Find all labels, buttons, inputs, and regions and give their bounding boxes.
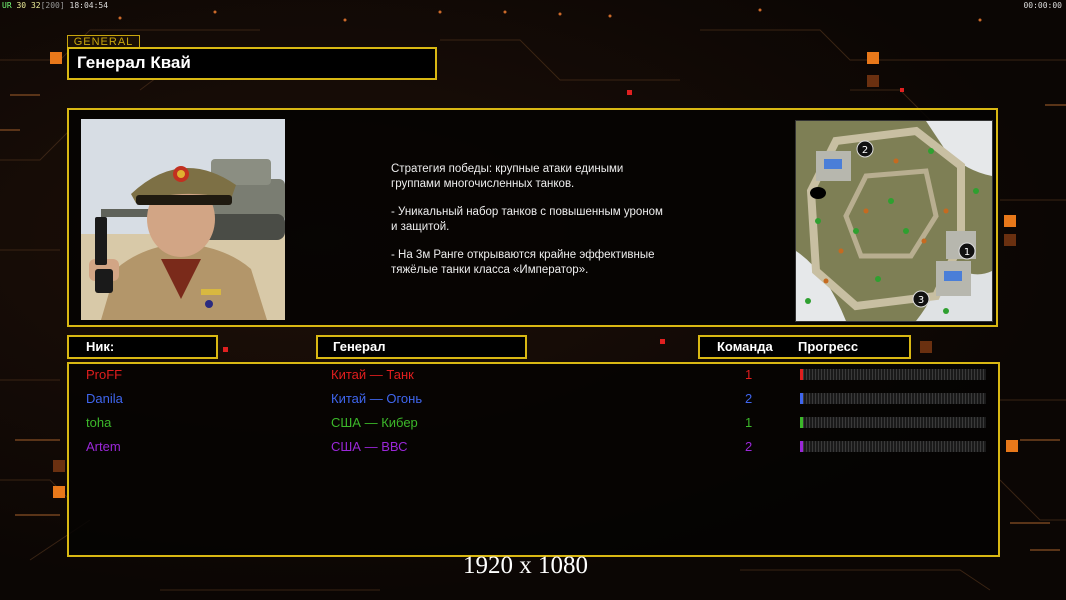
player-row: Danila Китай — Огонь 2 [69,388,998,412]
player-progress-fill [800,417,803,428]
player-progress-bar [800,417,986,428]
hud-timer: 00:00:00 [1023,1,1062,10]
header-progress: Прогресс [798,339,859,354]
player-nick: Danila [86,391,123,406]
player-general: Китай — Огонь [331,391,423,406]
player-progress-fill [800,441,803,452]
start-marker-3: 3 [912,290,930,308]
player-progress-bar [800,393,986,404]
svg-text:1: 1 [964,247,970,258]
player-general: США — Кибер [331,415,418,430]
start-marker-1: 1 [958,242,976,260]
player-general: Китай — Танк [331,367,414,382]
header-team: Команда [717,339,773,354]
hud-fps-readout: UR 30 32[200] 18:04:54 [2,1,109,10]
general-description: Стратегия победы: крупные атаки едиными … [391,162,711,291]
player-nick: Artem [86,439,121,454]
player-progress-bar [800,441,986,452]
player-row: Artem США — ВВС 2 [69,436,998,460]
player-row: ProFF Китай — Танк 1 [69,364,998,388]
player-team: 1 [745,415,753,430]
svg-text:2: 2 [862,145,868,156]
general-portrait [81,119,285,320]
start-marker-2: 2 [856,140,874,158]
general-name: Генерал Квай [77,53,191,72]
player-nick: toha [86,415,112,430]
general-portrait-image [81,119,285,320]
svg-text:3: 3 [918,295,924,306]
general-title-box: Генерал Квай [67,47,437,80]
general-info-panel: Стратегия победы: крупные атаки едиными … [67,108,998,327]
player-nick: ProFF [86,367,123,382]
players-panel: ProFF Китай — Танк 1 Danila Китай — Огон… [67,362,1000,557]
player-team: 1 [745,367,753,382]
header-nick: Ник: [67,335,218,359]
header-general: Генерал [316,335,527,359]
player-general: США — ВВС [331,439,408,454]
minimap-image: 1 2 3 [796,121,992,321]
header-team-progress: Команда Прогресс [698,335,911,359]
player-progress-fill [800,369,803,380]
player-progress-bar [800,369,986,380]
description-tanks: - Уникальный набор танков с повышенным у… [391,206,663,233]
description-strategy: Стратегия победы: крупные атаки едиными … [391,163,624,190]
player-team: 2 [745,439,753,454]
minimap: 1 2 3 [795,120,993,322]
player-row: toha США — Кибер 1 [69,412,998,436]
player-progress-fill [800,393,803,404]
player-team: 2 [745,391,753,406]
description-rank: - На 3м Ранге открываются крайне эффекти… [391,249,655,276]
resolution-label: 1920 x 1080 [463,552,588,579]
